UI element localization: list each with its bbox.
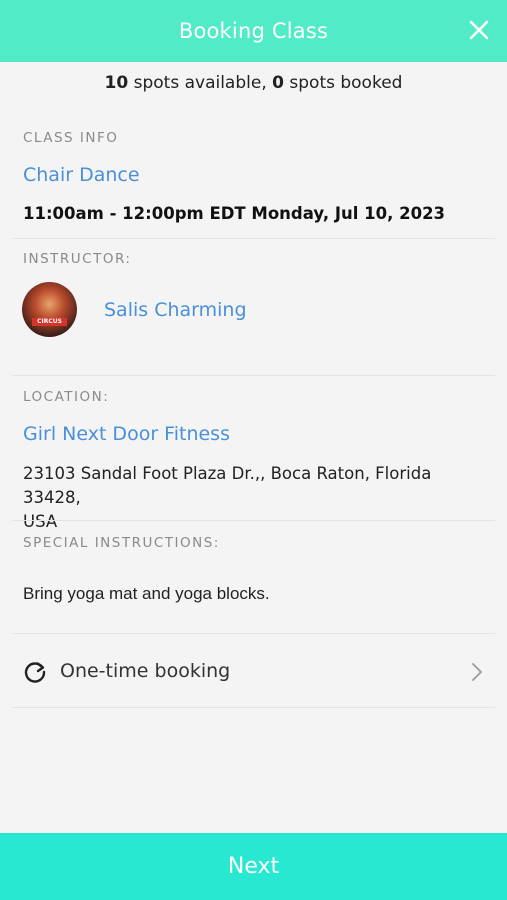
available-count: 10 (104, 73, 129, 93)
close-button[interactable] (465, 16, 493, 44)
refresh-icon (24, 662, 46, 683)
avatar-banner-text: CIRCUS (32, 318, 67, 326)
availability-summary: 10 spots available, 0 spots booked (0, 73, 507, 93)
instructor-name-link[interactable]: Salis Charming (104, 299, 247, 321)
instructor-label: INSTRUCTOR: (23, 251, 132, 267)
divider (12, 633, 495, 634)
next-button[interactable]: Next (0, 833, 507, 900)
header-title: Booking Class (178, 19, 329, 43)
divider (12, 375, 495, 376)
special-instructions-text: Bring yoga mat and yoga blocks. (23, 584, 270, 603)
class-datetime: 11:00am - 12:00pm EDT Monday, Jul 10, 20… (23, 204, 446, 223)
booked-text: spots booked (289, 73, 403, 93)
special-instructions-label: SPECIAL INSTRUCTIONS: (23, 535, 220, 551)
chevron-right-icon (472, 663, 482, 681)
next-button-label: Next (227, 854, 280, 879)
instructor-avatar[interactable]: CIRCUS (22, 282, 77, 337)
booking-type-row[interactable]: One-time booking (12, 640, 495, 704)
location-name-link[interactable]: Girl Next Door Fitness (23, 423, 230, 445)
booked-count: 0 (272, 73, 284, 93)
close-icon (469, 20, 489, 40)
available-text: spots available, (133, 73, 267, 93)
booking-type-label: One-time booking (60, 660, 231, 682)
address-line-1: 23103 Sandal Foot Plaza Dr.,, Boca Raton… (23, 464, 432, 507)
address-line-2: USA (23, 512, 58, 531)
location-label: LOCATION: (23, 389, 110, 405)
class-info-label: CLASS INFO (23, 130, 119, 146)
location-address: 23103 Sandal Foot Plaza Dr.,, Boca Raton… (23, 462, 493, 534)
divider (12, 707, 495, 708)
divider (12, 520, 495, 521)
divider (12, 238, 495, 239)
class-name-link[interactable]: Chair Dance (23, 164, 140, 186)
header-bar: Booking Class (0, 0, 507, 62)
